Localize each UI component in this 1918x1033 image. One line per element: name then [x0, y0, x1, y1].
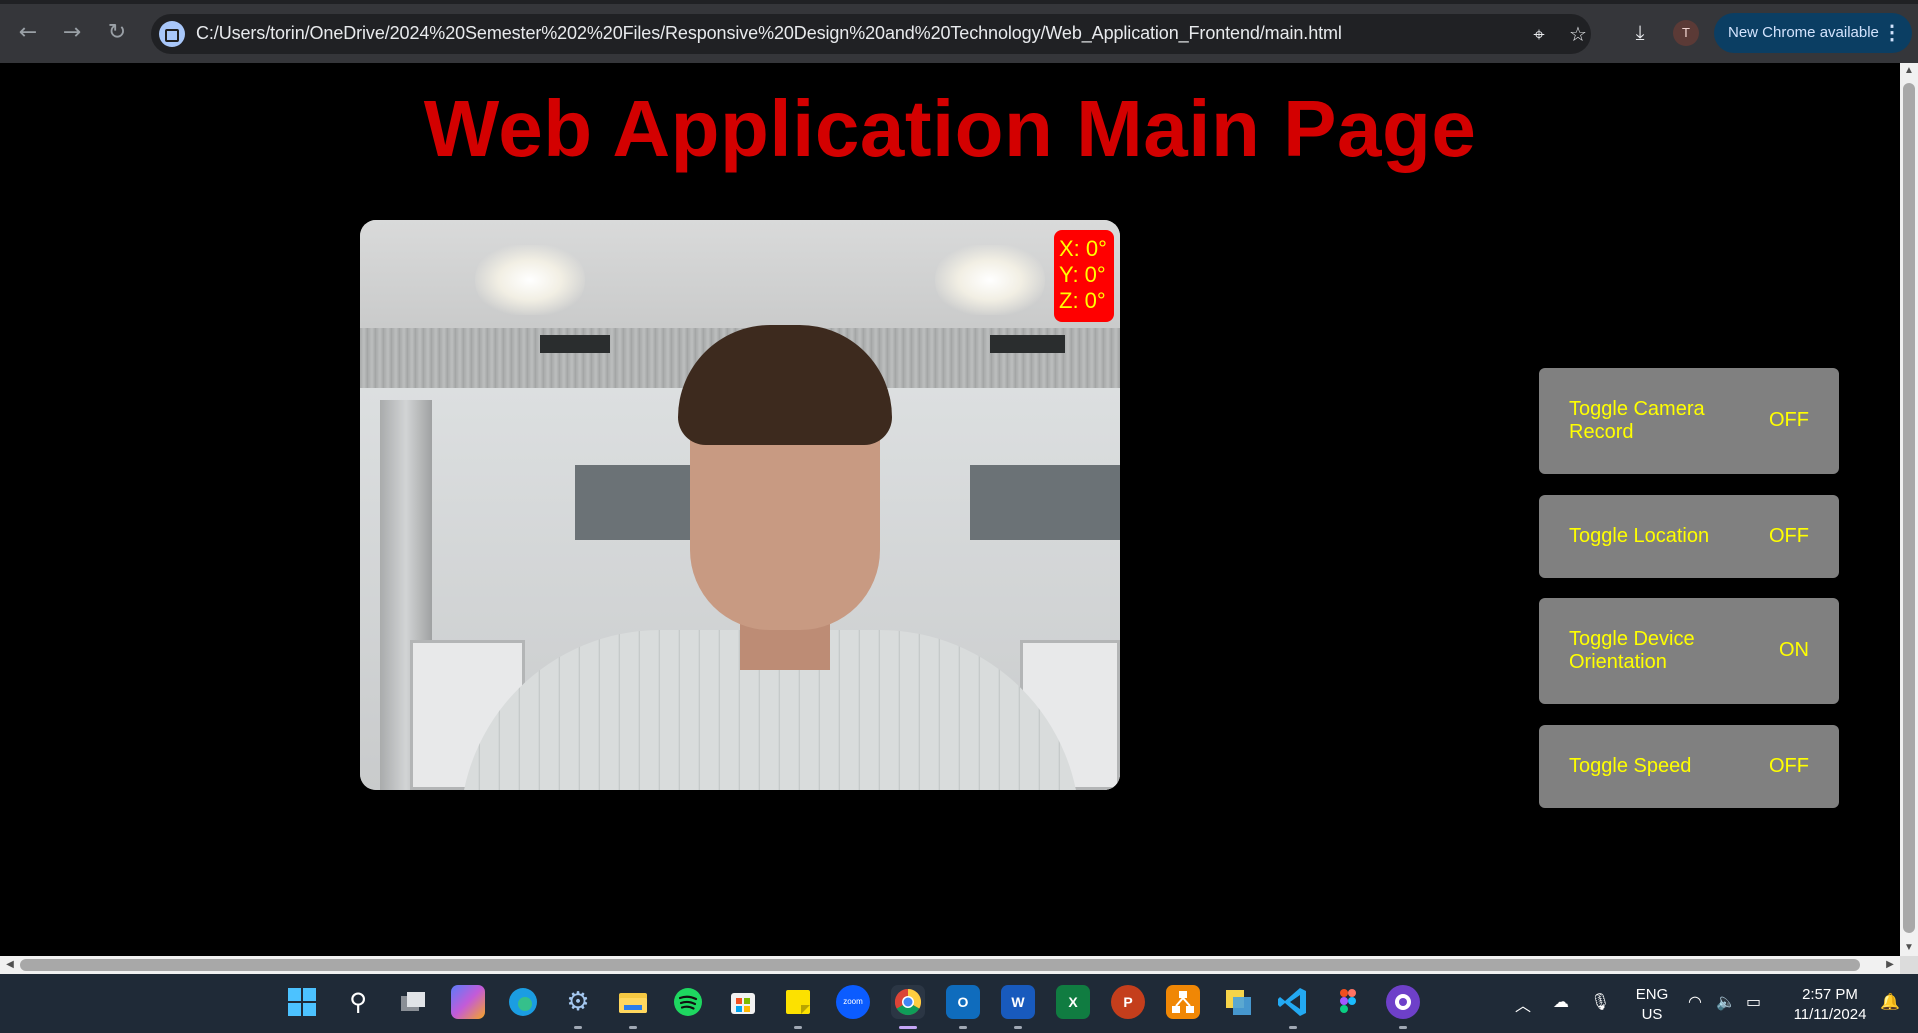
address-bar[interactable]: C:/Users/torin/OneDrive/2024%20Semester%…: [151, 14, 1591, 54]
toggle-state: OFF: [1769, 755, 1809, 777]
word-icon[interactable]: W: [1001, 985, 1035, 1019]
update-label: New Chrome available: [1728, 24, 1879, 41]
running-indicator: [1399, 1026, 1407, 1029]
toggle-label: Toggle Location: [1569, 525, 1710, 547]
toggle-state: OFF: [1769, 409, 1809, 431]
zoom-label: zoom: [843, 997, 863, 1006]
file-explorer-icon[interactable]: [616, 985, 650, 1019]
scroll-right-icon[interactable]: ▶: [1882, 956, 1898, 974]
powerpoint-icon[interactable]: P: [1111, 985, 1145, 1019]
toggle-label: Toggle Speed: [1569, 755, 1692, 777]
start-icon[interactable]: [285, 985, 319, 1019]
vertical-scroll-thumb[interactable]: [1903, 83, 1915, 933]
scroll-up-icon[interactable]: ▲: [1900, 63, 1918, 79]
browser-toolbar: ← → ↻ C:/Users/torin/OneDrive/2024%20Sem…: [0, 0, 1918, 63]
toggle-state: OFF: [1769, 525, 1809, 547]
vs-code-icon[interactable]: [1276, 985, 1310, 1019]
vertical-scrollbar[interactable]: ▲ ▼: [1900, 63, 1918, 956]
region-indicator[interactable]: US: [1632, 1006, 1672, 1023]
url-text[interactable]: C:/Users/torin/OneDrive/2024%20Semester%…: [196, 23, 1342, 44]
reload-icon[interactable]: ↻: [103, 19, 131, 47]
running-indicator: [1289, 1026, 1297, 1029]
page-viewport: Web Application Main Page X: 0° Y: 0° Z:…: [0, 63, 1900, 956]
excel-icon[interactable]: X: [1056, 985, 1090, 1019]
running-indicator: [794, 1026, 802, 1029]
forward-arrow-icon[interactable]: →: [58, 19, 86, 47]
toggle-location-button[interactable]: Toggle Location OFF: [1539, 495, 1839, 578]
figma-icon[interactable]: [1331, 985, 1365, 1019]
orientation-x: X: 0°: [1059, 236, 1107, 261]
orientation-y: Y: 0°: [1059, 262, 1106, 287]
taskbar: ⚲ ⚙ zoom O W X P ︿ ☁ 🎙 ENG US ◠ 🔈 ▭ 2:57…: [0, 974, 1918, 1033]
back-arrow-icon[interactable]: ←: [14, 19, 42, 47]
camera-scene-window: [970, 465, 1120, 540]
language-indicator[interactable]: ENG: [1632, 986, 1672, 1003]
search-icon[interactable]: ⚲: [341, 985, 375, 1019]
volume-icon[interactable]: 🔈: [1716, 992, 1736, 1011]
running-indicator: [629, 1026, 637, 1029]
snipping-tool-icon[interactable]: [1221, 985, 1255, 1019]
site-info-icon[interactable]: [159, 21, 185, 47]
camera-scene-vent: [540, 335, 610, 353]
battery-icon[interactable]: ▭: [1746, 992, 1761, 1011]
toggle-speed-button[interactable]: Toggle Speed OFF: [1539, 725, 1839, 808]
orientation-readout: X: 0° Y: 0° Z: 0°: [1054, 230, 1114, 322]
running-indicator: [1014, 1026, 1022, 1029]
tab-strip: [0, 0, 1918, 4]
toggle-label: Toggle Device Orientation: [1569, 628, 1695, 673]
show-hidden-icons-chevron-icon[interactable]: ︿: [1515, 992, 1531, 1016]
kebab-menu-icon[interactable]: ⋮: [1882, 13, 1902, 53]
notification-bell-icon[interactable]: 🔔: [1880, 992, 1900, 1011]
profile-avatar[interactable]: T: [1673, 20, 1699, 46]
toggle-state: ON: [1779, 639, 1809, 661]
chrome-update-button[interactable]: New Chrome available ⋮: [1714, 13, 1912, 53]
running-indicator: [574, 1026, 582, 1029]
horizontal-scroll-thumb[interactable]: [20, 959, 1860, 971]
settings-gear-icon[interactable]: ⚙: [561, 985, 595, 1019]
microsoft-store-icon[interactable]: [726, 985, 760, 1019]
toggle-device-orientation-button[interactable]: Toggle Device Orientation ON: [1539, 598, 1839, 704]
github-desktop-icon[interactable]: [1386, 985, 1420, 1019]
scroll-down-icon[interactable]: ▼: [1900, 940, 1918, 956]
clock-time[interactable]: 2:57 PM: [1780, 986, 1880, 1003]
camera-scene-light: [475, 245, 585, 315]
outlook-icon[interactable]: O: [946, 985, 980, 1019]
spotify-icon[interactable]: [671, 985, 705, 1019]
wifi-icon[interactable]: ◠: [1688, 992, 1702, 1011]
bookmark-star-icon[interactable]: ☆: [1565, 21, 1591, 47]
clock-date[interactable]: 11/11/2024: [1780, 1006, 1880, 1023]
camera-scene-window: [575, 465, 690, 540]
onedrive-cloud-icon[interactable]: ☁: [1553, 992, 1569, 1011]
running-indicator: [959, 1026, 967, 1029]
edge-icon[interactable]: [506, 985, 540, 1019]
download-icon[interactable]: ⤓: [1627, 20, 1653, 46]
scrollbar-corner: [1900, 956, 1918, 974]
toggle-label: Toggle Camera Record: [1569, 398, 1705, 443]
draw-io-icon[interactable]: [1166, 985, 1200, 1019]
sticky-notes-icon[interactable]: [781, 985, 815, 1019]
scroll-left-icon[interactable]: ◀: [2, 956, 18, 974]
active-app-indicator: [899, 1026, 917, 1029]
microphone-icon[interactable]: 🎙: [1590, 992, 1610, 1011]
orientation-z: Z: 0°: [1059, 288, 1106, 313]
camera-feed: [360, 220, 1120, 790]
camera-scene-vent: [990, 335, 1065, 353]
camera-scene-light: [935, 245, 1045, 315]
chrome-icon[interactable]: [891, 985, 925, 1019]
zoom-icon[interactable]: zoom: [836, 985, 870, 1019]
page-title: Web Application Main Page: [423, 84, 1477, 173]
location-pin-icon[interactable]: ⌖: [1526, 21, 1552, 47]
toggle-camera-record-button[interactable]: Toggle Camera Record OFF: [1539, 368, 1839, 474]
copilot-icon[interactable]: [451, 985, 485, 1019]
task-view-icon[interactable]: [396, 985, 430, 1019]
horizontal-scrollbar[interactable]: ◀ ▶: [0, 956, 1900, 974]
